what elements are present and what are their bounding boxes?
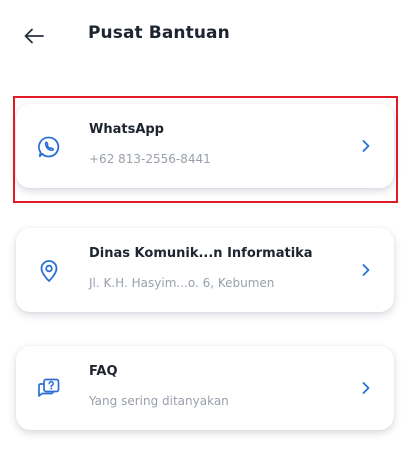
chevron-right-icon	[358, 379, 374, 397]
card-title: Dinas Komunik...n Informatika	[89, 246, 313, 261]
card-subtitle: Yang sering ditanyakan	[89, 394, 229, 408]
arrow-left-icon	[24, 28, 44, 44]
help-center-screen: Pusat Bantuan WhatsApp +62 813-2556-8441…	[0, 0, 413, 456]
chevron-right-icon	[358, 137, 374, 155]
location-pin-icon	[36, 258, 62, 284]
chevron-right-icon	[358, 261, 374, 279]
app-bar: Pusat Bantuan	[0, 0, 413, 72]
office-address-card[interactable]: Dinas Komunik...n Informatika Jl. K.H. H…	[16, 228, 394, 312]
whatsapp-icon	[36, 134, 62, 160]
card-title: WhatsApp	[89, 122, 164, 137]
card-title: FAQ	[89, 364, 118, 379]
back-button[interactable]	[20, 22, 48, 50]
page-title: Pusat Bantuan	[88, 23, 230, 43]
whatsapp-contact-card[interactable]: WhatsApp +62 813-2556-8441	[16, 104, 394, 188]
faq-card[interactable]: FAQ Yang sering ditanyakan	[16, 346, 394, 430]
card-subtitle: +62 813-2556-8441	[89, 152, 211, 166]
card-subtitle: Jl. K.H. Hasyim...o. 6, Kebumen	[89, 276, 275, 290]
help-chat-icon	[36, 376, 62, 402]
